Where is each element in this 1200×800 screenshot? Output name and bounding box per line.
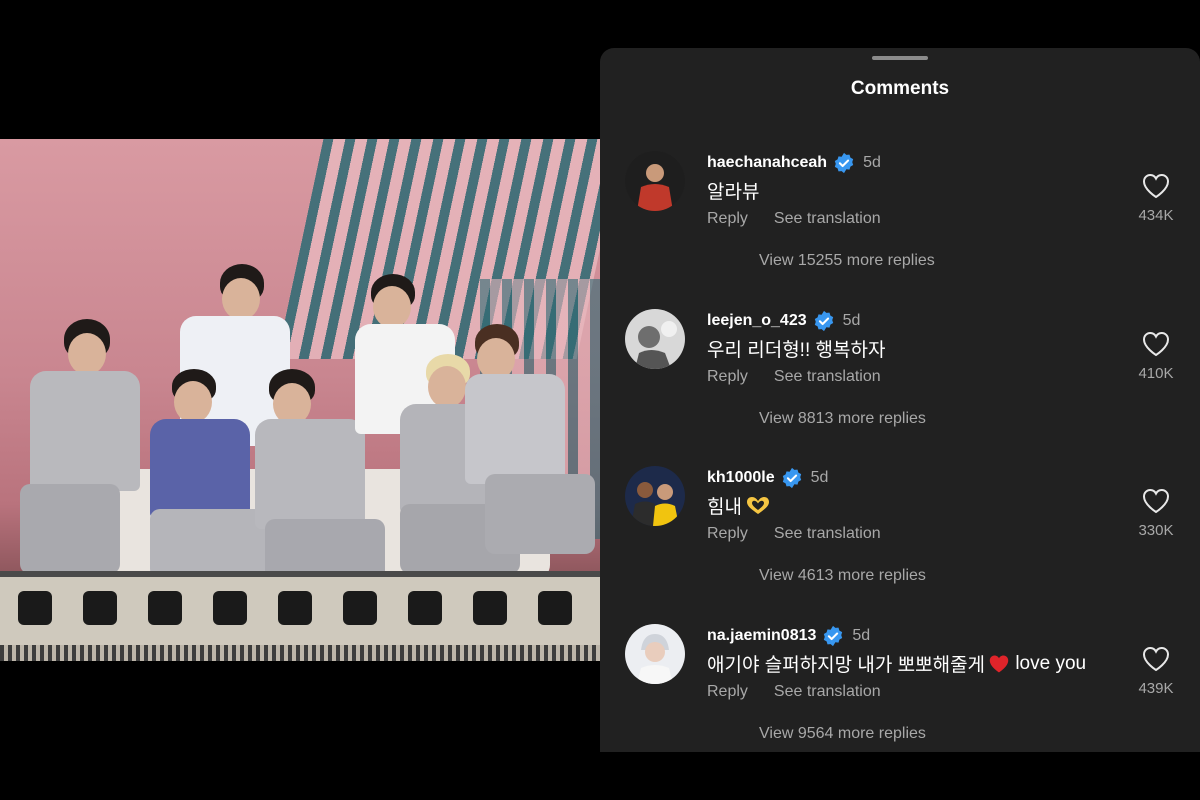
rail-cutout — [408, 591, 442, 625]
avatar-red-shirt-icon — [625, 151, 685, 211]
like-count: 434K — [1138, 207, 1174, 224]
like-button[interactable]: 410K — [1134, 331, 1178, 382]
view-replies-button[interactable]: View 15255 more replies — [759, 252, 935, 270]
comment-actions: Reply See translation — [707, 525, 881, 543]
heart-outline-icon — [1142, 646, 1170, 672]
avatar[interactable] — [625, 466, 685, 526]
comment-text-suffix: love you — [1010, 652, 1087, 674]
verified-badge-icon — [782, 467, 801, 489]
like-count: 410K — [1138, 365, 1174, 382]
avatar-light-hair-icon — [625, 624, 685, 684]
comment-header: haechanahceah 5d — [707, 152, 881, 174]
comment-actions: Reply See translation — [707, 210, 881, 228]
view-replies-button[interactable]: View 9564 more replies — [759, 725, 926, 743]
stage-rail-base — [0, 645, 600, 661]
heart-outline-icon — [1142, 173, 1170, 199]
timestamp: 5d — [842, 312, 861, 329]
like-count: 439K — [1138, 680, 1174, 697]
comment-header: leejen_o_423 5d — [707, 310, 860, 332]
comment-actions: Reply See translation — [707, 368, 881, 386]
heart-outline-icon — [1142, 331, 1170, 357]
see-translation-button[interactable]: See translation — [774, 368, 881, 386]
reply-button[interactable]: Reply — [707, 368, 748, 386]
like-button[interactable]: 439K — [1134, 646, 1178, 697]
red-heart-emoji-icon — [989, 655, 1009, 672]
avatar-basketball-icon — [625, 466, 685, 526]
rail-cutout — [148, 591, 182, 625]
reply-button[interactable]: Reply — [707, 525, 748, 543]
avatar[interactable] — [625, 309, 685, 369]
see-translation-button[interactable]: See translation — [774, 210, 881, 228]
comment-text: 우리 리더형!! 행복하자 — [707, 335, 885, 362]
heart-hands-emoji-icon — [746, 496, 769, 514]
rail-cutout — [343, 591, 377, 625]
avatar[interactable] — [625, 624, 685, 684]
comment-header: kh1000le 5d — [707, 467, 828, 489]
sheet-title: Comments — [850, 78, 950, 99]
comment-header: na.jaemin0813 5d — [707, 625, 870, 647]
comment-text-content: 힘내 — [707, 497, 742, 518]
avatar-grayscale-icon — [625, 309, 685, 369]
reply-button[interactable]: Reply — [707, 683, 748, 701]
like-button[interactable]: 434K — [1134, 173, 1178, 224]
view-replies-button[interactable]: View 8813 more replies — [759, 410, 926, 428]
comment-text-content: 알라뷰 — [707, 182, 760, 203]
avatar[interactable] — [625, 151, 685, 211]
like-count: 330K — [1138, 522, 1174, 539]
concert-photo — [0, 139, 600, 661]
comment-text-content: 우리 리더형!! 행복하자 — [707, 340, 886, 361]
verified-badge-icon — [814, 310, 833, 332]
username[interactable]: na.jaemin0813 — [707, 627, 816, 645]
comment-item: na.jaemin0813 5d 애기야 슬퍼하지망 내가 뽀뽀해줄게 love… — [600, 624, 1200, 774]
heart-outline-icon — [1142, 488, 1170, 514]
rail-cutout — [213, 591, 247, 625]
username[interactable]: kh1000le — [707, 469, 775, 487]
see-translation-button[interactable]: See translation — [774, 525, 881, 543]
timestamp: 5d — [852, 627, 871, 644]
like-button[interactable]: 330K — [1134, 488, 1178, 539]
comment-actions: Reply See translation — [707, 683, 881, 701]
comment-text: 알라뷰 — [707, 177, 759, 204]
verified-badge-icon — [834, 152, 854, 174]
rail-cutout — [473, 591, 507, 625]
comment-text-content: 애기야 슬퍼하지망 내가 뽀뽀해줄게 — [707, 655, 986, 676]
comments-sheet: Comments haechanahceah 5d 알라뷰 Reply See … — [600, 48, 1200, 752]
rail-cutout — [538, 591, 572, 625]
username[interactable]: haechanahceah — [707, 154, 827, 172]
drag-handle[interactable] — [872, 56, 928, 60]
rail-cutout — [83, 591, 117, 625]
rail-cutout — [278, 591, 312, 625]
timestamp: 5d — [810, 469, 829, 486]
comment-item: kh1000le 5d 힘내 Reply See translation Vie… — [600, 466, 1200, 616]
verified-badge-icon — [824, 625, 843, 647]
timestamp: 5d — [863, 154, 881, 171]
comment-item: haechanahceah 5d 알라뷰 Reply See translati… — [600, 151, 1200, 301]
comment-text: 힘내 — [707, 492, 771, 519]
comment-text: 애기야 슬퍼하지망 내가 뽀뽀해줄게 love you — [707, 650, 1086, 677]
reply-button[interactable]: Reply — [707, 210, 748, 228]
username[interactable]: leejen_o_423 — [707, 312, 807, 330]
rail-cutout — [18, 591, 52, 625]
see-translation-button[interactable]: See translation — [774, 683, 881, 701]
view-replies-button[interactable]: View 4613 more replies — [759, 567, 926, 585]
comment-item: leejen_o_423 5d 우리 리더형!! 행복하자 Reply See … — [600, 309, 1200, 459]
